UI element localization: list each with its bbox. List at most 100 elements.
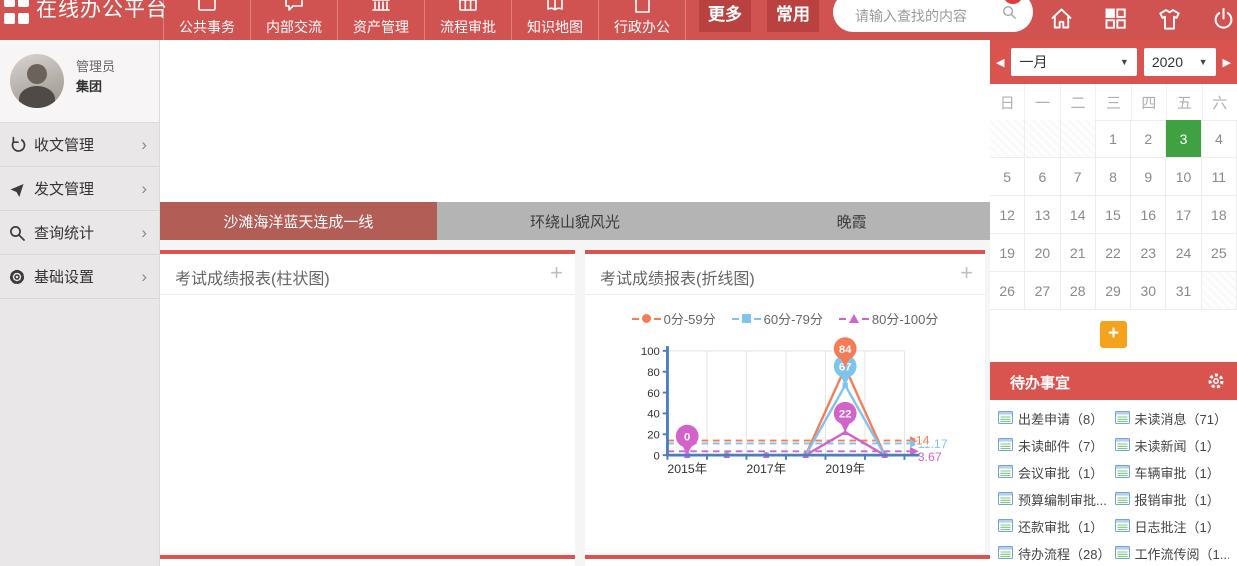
todo-item[interactable]: 还款审批（1） <box>998 517 1113 536</box>
calendar-day[interactable]: 11 <box>1202 158 1237 196</box>
svg-text:100: 100 <box>641 346 660 358</box>
nav-item-label: 知识地图 <box>527 17 583 37</box>
todo-item[interactable]: 未读邮件（7） <box>998 436 1113 455</box>
svg-text:80: 80 <box>647 367 660 379</box>
app-logo[interactable]: 在线办公平台 <box>4 0 168 26</box>
calendar-day[interactable]: 7 <box>1061 158 1096 196</box>
todo-item[interactable]: 未读消息（71） <box>1115 409 1230 428</box>
calendar-day[interactable]: 28 <box>1061 272 1096 310</box>
line-chart: 0204060801002015年2017年2019年11.17143.6702… <box>610 330 960 517</box>
calendar-day[interactable]: 31 <box>1166 272 1201 310</box>
calendar-day[interactable]: 20 <box>1025 234 1060 272</box>
line-chart-panel: 考试成绩报表(折线图) + 0分-59分60分-79分80分-100分 0204… <box>585 250 985 553</box>
legend-item-60分-79分[interactable]: 60分-79分 <box>732 309 823 328</box>
nav-item-知识地图[interactable]: 知识地图 <box>511 0 598 40</box>
power-icon[interactable] <box>1210 5 1237 33</box>
nav-item-流程审批[interactable]: 流程审批 <box>424 0 511 40</box>
calendar-day[interactable]: 26 <box>990 272 1025 310</box>
search-input[interactable] <box>853 2 987 30</box>
sidebar-item-收文管理[interactable]: 收文管理› <box>0 123 159 167</box>
todo-title: 待办事宜 <box>1010 372 1070 393</box>
todo-item[interactable]: 工作流传阅（1... <box>1115 544 1230 563</box>
document-icon <box>631 0 653 15</box>
calendar-day[interactable]: 4 <box>1202 120 1237 158</box>
calendar-day[interactable]: 25 <box>1202 234 1237 272</box>
legend-item-80分-100分[interactable]: 80分-100分 <box>839 309 938 328</box>
calendar-prev-icon[interactable]: ◀ <box>996 56 1004 69</box>
nav-item-label: 内部交流 <box>266 17 322 37</box>
calendar-day[interactable]: 22 <box>1096 234 1131 272</box>
search-icon[interactable] <box>1002 5 1017 25</box>
nav-item-行政办公[interactable]: 行政办公 <box>598 0 686 40</box>
bar-panel-add-icon[interactable]: + <box>550 262 563 284</box>
chevron-right-icon: › <box>141 223 147 243</box>
todo-item[interactable]: 预算编制审批... <box>998 490 1113 509</box>
calendar-day[interactable]: 13 <box>1025 196 1060 234</box>
apps-grid-icon[interactable] <box>1102 5 1130 33</box>
todo-item[interactable]: 未读新闻（1） <box>1115 436 1230 455</box>
todo-item[interactable]: 车辆审批（1） <box>1115 463 1230 482</box>
calendar-day[interactable]: 23 <box>1131 234 1166 272</box>
calendar-empty-cell <box>990 120 1025 158</box>
todo-item[interactable]: 会议审批（1） <box>998 463 1113 482</box>
gear-icon[interactable] <box>1207 372 1225 395</box>
bar-panel-header: 考试成绩报表(柱状图) + <box>160 254 575 295</box>
calendar-day[interactable]: 3 <box>1166 120 1201 158</box>
table-doc-icon <box>1115 411 1130 427</box>
legend-item-0分-59分[interactable]: 0分-59分 <box>632 309 716 328</box>
todo-item[interactable]: 待办流程（28） <box>998 544 1113 563</box>
carousel-tab[interactable]: 晚霞 <box>713 202 990 240</box>
calendar-day[interactable]: 8 <box>1096 158 1131 196</box>
home-icon[interactable] <box>1048 5 1076 33</box>
calendar-day[interactable]: 10 <box>1166 158 1201 196</box>
calendar-day[interactable]: 9 <box>1131 158 1166 196</box>
add-event-button[interactable]: + <box>1100 321 1127 348</box>
calendar-day[interactable]: 18 <box>1202 196 1237 234</box>
line-panel-add-icon[interactable]: + <box>960 262 973 284</box>
book-icon <box>544 0 566 15</box>
sidebar-item-基础设置[interactable]: 基础设置› <box>0 255 159 299</box>
settings-icon <box>8 268 26 286</box>
carousel-tab[interactable]: 环绕山貌风光 <box>437 202 714 240</box>
calendar-day[interactable]: 15 <box>1096 196 1131 234</box>
calendar-day[interactable]: 12 <box>990 196 1025 234</box>
common-button[interactable]: 常用 <box>767 0 819 32</box>
svg-text:2019年: 2019年 <box>825 462 865 476</box>
bank-icon <box>370 0 392 15</box>
nav-item-资产管理[interactable]: 资产管理 <box>337 0 424 40</box>
nav-item-公共事务[interactable]: 公共事务 <box>163 0 250 40</box>
carousel-tab[interactable]: 沙滩海洋蓝天连成一线 <box>160 202 437 240</box>
calendar-day[interactable]: 5 <box>990 158 1025 196</box>
todo-item-label: 出差申请（8） <box>1018 409 1103 428</box>
calendar-day[interactable]: 19 <box>990 234 1025 272</box>
todo-item[interactable]: 日志批注（1） <box>1115 517 1230 536</box>
more-button[interactable]: 更多 <box>699 0 751 32</box>
nav-item-内部交流[interactable]: 内部交流 <box>250 0 337 40</box>
calendar-day[interactable]: 2 <box>1131 120 1166 158</box>
calendar-day[interactable]: 14 <box>1061 196 1096 234</box>
calendar-day[interactable]: 29 <box>1096 272 1131 310</box>
sidebar-item-发文管理[interactable]: 发文管理› <box>0 167 159 211</box>
legend-dash <box>862 318 869 320</box>
calendar-day[interactable]: 30 <box>1131 272 1166 310</box>
calendar-day[interactable]: 21 <box>1061 234 1096 272</box>
calendar-day[interactable]: 24 <box>1166 234 1201 272</box>
chevron-right-icon: › <box>141 135 147 155</box>
todo-item[interactable]: 出差申请（8） <box>998 409 1113 428</box>
calendar-day[interactable]: 6 <box>1025 158 1060 196</box>
year-select[interactable]: 2020 ▼ <box>1144 48 1216 76</box>
bar-chart-panel: 考试成绩报表(柱状图) + <box>160 250 575 553</box>
line-panel-header: 考试成绩报表(折线图) + <box>585 254 985 295</box>
sidebar-item-查询统计[interactable]: 查询统计› <box>0 211 159 255</box>
calendar-empty-cell <box>1061 120 1096 158</box>
calendar-day[interactable]: 17 <box>1166 196 1201 234</box>
todo-item-label: 会议审批（1） <box>1018 463 1103 482</box>
calendar-day[interactable]: 27 <box>1025 272 1060 310</box>
calendar-next-icon[interactable]: ▶ <box>1223 56 1231 69</box>
month-select[interactable]: 一月 ▼ <box>1011 48 1136 76</box>
calendar-day[interactable]: 16 <box>1131 196 1166 234</box>
theme-shirt-icon[interactable] <box>1156 5 1184 33</box>
todo-item[interactable]: 报销审批（1） <box>1115 490 1230 509</box>
bar-panel-title: 考试成绩报表(柱状图) <box>175 265 330 289</box>
calendar-day[interactable]: 1 <box>1096 120 1131 158</box>
